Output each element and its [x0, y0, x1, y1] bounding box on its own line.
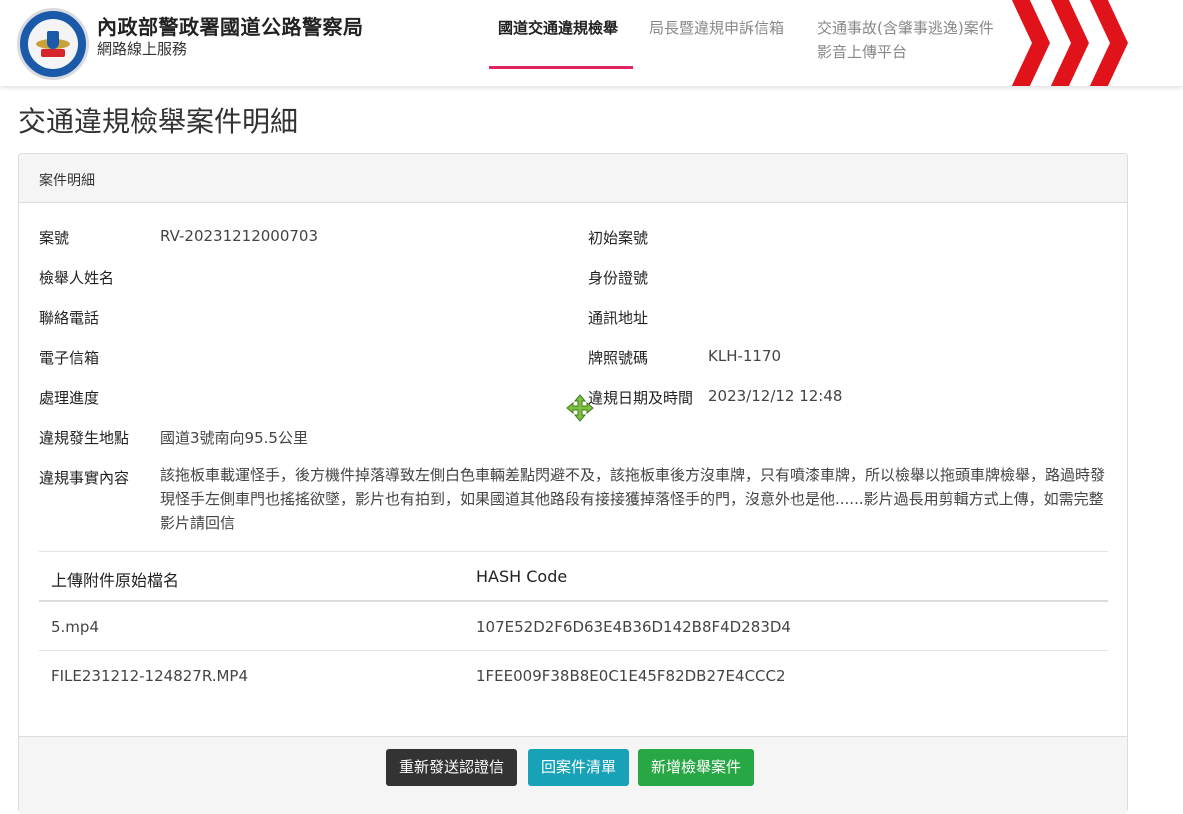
page-title: 交通違規檢舉案件明細	[18, 105, 299, 138]
field-value-case-number: RV-20231212000703	[160, 227, 319, 245]
site-title[interactable]: 內政部警政署國道公路警察局	[97, 11, 364, 40]
table-header-divider	[39, 600, 1108, 602]
section-divider	[39, 551, 1108, 552]
resend-verification-button[interactable]: 重新發送認證信	[386, 749, 518, 786]
table-cell-hash: 1FEE009F38B8E0C1E45F82DB27E4CCC2	[476, 667, 786, 685]
field-label-description: 違規事實內容	[39, 469, 130, 487]
chevron-decoration-icon	[1088, 0, 1128, 86]
panel-footer: 重新發送認證信 回案件清單 新增檢舉案件	[19, 736, 1127, 814]
field-label-location: 違規發生地點	[39, 429, 130, 447]
table-cell-filename: FILE231212-124827R.MP4	[51, 667, 249, 685]
field-label-progress: 處理進度	[39, 389, 100, 407]
field-value-plate-number: KLH-1170	[708, 347, 782, 365]
table-row-divider	[39, 650, 1108, 651]
case-detail-panel: 案件明細 案號 RV-20231212000703 檢舉人姓名 聯絡電話 電子信…	[18, 153, 1128, 814]
site-subtitle: 網路線上服務	[97, 40, 188, 58]
move-cursor-icon	[566, 394, 594, 422]
table-header-hash: HASH Code	[476, 567, 568, 586]
site-header: 內政部警政署國道公路警察局 網路線上服務 國道交通違規檢舉 局長暨違規申訴信箱 …	[0, 0, 1183, 86]
field-label-case-number: 案號	[39, 229, 70, 247]
nav-accident-line2: 影音上傳平台	[817, 43, 908, 61]
field-value-violation-datetime: 2023/12/12 12:48	[708, 387, 843, 405]
back-to-case-list-button[interactable]: 回案件清單	[528, 749, 630, 786]
table-cell-filename: 5.mp4	[51, 618, 99, 636]
field-label-email: 電子信箱	[39, 349, 100, 367]
field-value-description: 該拖板車載運怪手，後方機件掉落導致左側白色車輛差點閃避不及，該拖板車後方沒車牌，…	[160, 466, 1106, 532]
panel-heading: 案件明細	[19, 154, 1127, 203]
field-label-reporter-name: 檢舉人姓名	[39, 269, 115, 287]
nav-accident-line1: 交通事故(含肇事逃逸)案件	[817, 19, 994, 37]
nav-active-underline	[489, 66, 633, 69]
table-cell-hash: 107E52D2F6D63E4B36D142B8F4D283D4	[476, 618, 791, 636]
field-value-location: 國道3號南向95.5公里	[160, 429, 308, 447]
chevron-decoration-icon	[1010, 0, 1050, 86]
field-label-plate-number: 牌照號碼	[588, 349, 649, 367]
field-label-id-number: 身份證號	[588, 269, 649, 287]
field-label-phone: 聯絡電話	[39, 309, 100, 327]
nav-accident-video-upload[interactable]: 交通事故(含肇事逃逸)案件 影音上傳平台	[817, 16, 994, 64]
table-header-filename: 上傳附件原始檔名	[51, 571, 180, 590]
chevron-decoration-icon	[1049, 0, 1089, 86]
field-label-address: 通訊地址	[588, 309, 649, 327]
agency-logo-icon[interactable]	[17, 8, 89, 80]
nav-traffic-violation-report[interactable]: 國道交通違規檢舉	[498, 16, 618, 40]
new-report-button[interactable]: 新增檢舉案件	[638, 749, 755, 786]
field-label-violation-datetime: 違規日期及時間	[588, 389, 694, 407]
panel-heading-text: 案件明細	[39, 173, 95, 189]
nav-director-complaint-mailbox[interactable]: 局長暨違規申訴信箱	[649, 16, 784, 40]
field-label-original-case-number: 初始案號	[588, 229, 649, 247]
